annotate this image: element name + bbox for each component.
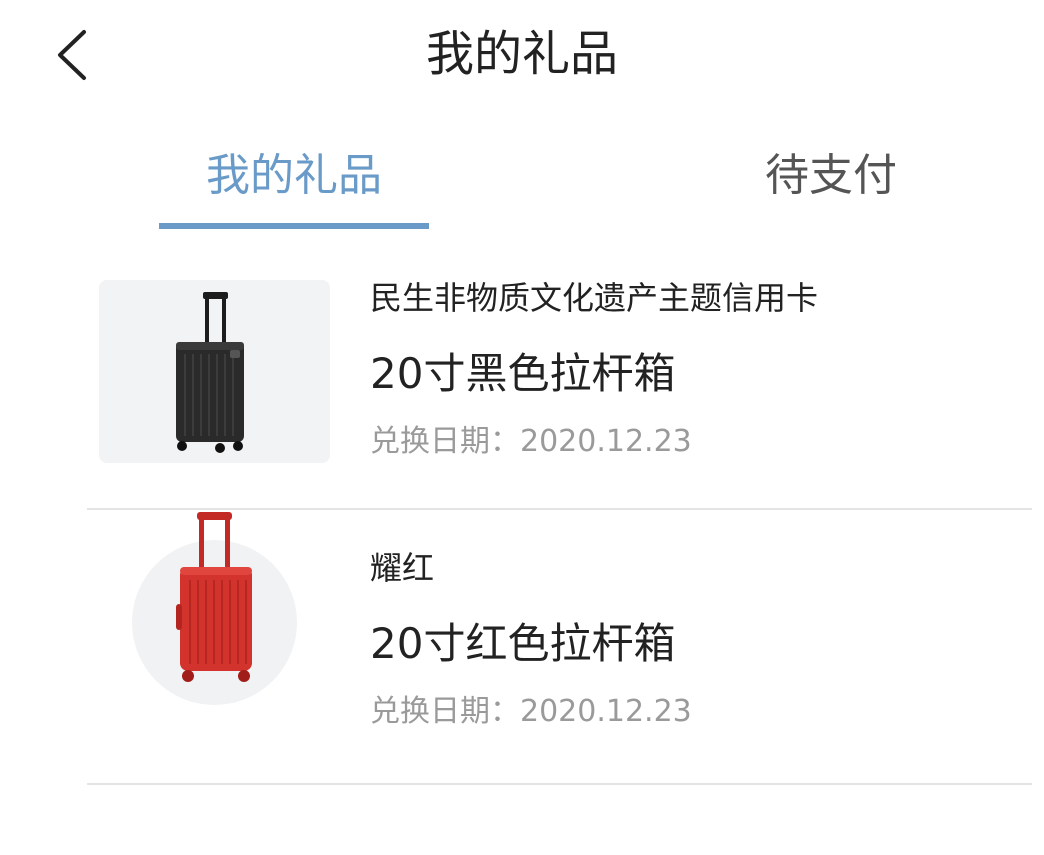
tab-label: 待支付 bbox=[765, 150, 897, 201]
gift-info: 耀红 20寸红色拉杆箱 兑换日期：2020.12.23 bbox=[370, 546, 1020, 732]
gift-name: 20寸黑色拉杆箱 bbox=[370, 349, 676, 398]
header-bar: 我的礼品 bbox=[0, 0, 1044, 110]
red-suitcase-image bbox=[176, 512, 252, 682]
page-title: 我的礼品 bbox=[425, 26, 618, 82]
tab-label: 我的礼品 bbox=[206, 150, 382, 201]
gift-list: 民生非物质文化遗产主题信用卡 20寸黑色拉杆箱 兑换日期：2020.12.23 bbox=[0, 258, 1044, 785]
tab-pending-payment[interactable]: 待支付 bbox=[696, 140, 966, 232]
gift-name: 20寸红色拉杆箱 bbox=[370, 619, 676, 668]
gift-item[interactable]: 耀红 20寸红色拉杆箱 兑换日期：2020.12.23 bbox=[0, 510, 1044, 785]
gift-date: 兑换日期：2020.12.23 bbox=[370, 424, 692, 459]
gift-image bbox=[99, 280, 330, 463]
gift-date: 兑换日期：2020.12.23 bbox=[370, 694, 692, 729]
black-suitcase-image bbox=[176, 292, 244, 453]
active-tab-indicator bbox=[159, 223, 429, 229]
gift-image bbox=[132, 512, 297, 705]
gift-item[interactable]: 民生非物质文化遗产主题信用卡 20寸黑色拉杆箱 兑换日期：2020.12.23 bbox=[0, 258, 1044, 510]
gift-info: 民生非物质文化遗产主题信用卡 20寸黑色拉杆箱 兑换日期：2020.12.23 bbox=[370, 276, 1020, 462]
divider bbox=[87, 783, 1032, 785]
tab-my-gifts[interactable]: 我的礼品 bbox=[159, 140, 429, 232]
gift-card-name: 民生非物质文化遗产主题信用卡 bbox=[370, 279, 819, 317]
gift-card-name: 耀红 bbox=[370, 549, 435, 587]
tab-bar: 我的礼品 待支付 bbox=[0, 140, 1044, 232]
